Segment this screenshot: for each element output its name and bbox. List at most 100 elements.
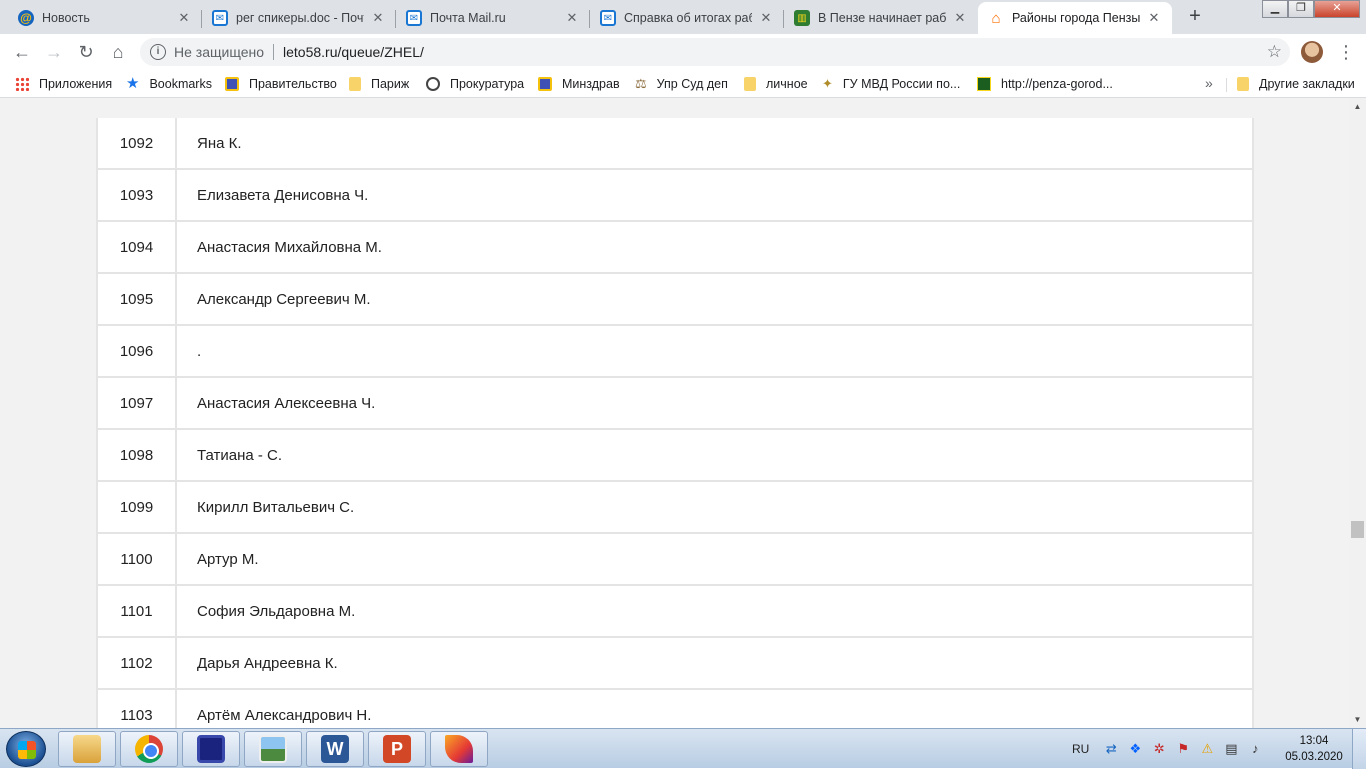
- applicant-name: Александр Сергеевич М.: [197, 290, 371, 308]
- taskbar-chrome[interactable]: [120, 731, 178, 767]
- mail-envelope-icon: ✉: [212, 10, 228, 26]
- tab-active[interactable]: ⌂ Районы города Пензы ✕: [978, 2, 1172, 34]
- taskbar: W P RU ⇄ ❖ ✲ ⚑ ⚠ ▤ ♪ 13:04 05.03.2020: [0, 728, 1366, 769]
- table-row: 1096.: [98, 326, 1252, 378]
- taskbar-explorer[interactable]: [58, 731, 116, 767]
- address-bar[interactable]: i Не защищено leto58.ru/queue/ZHEL/ ☆: [140, 38, 1290, 66]
- taskbar-word[interactable]: W: [306, 731, 364, 767]
- save-disk-icon: [197, 735, 225, 763]
- close-icon[interactable]: ✕: [564, 10, 580, 26]
- bookmark-penza-gorod[interactable]: http://penza-gorod...: [977, 75, 1113, 93]
- table-row: 1098 Татиана - С.: [98, 430, 1252, 482]
- scroll-up-arrow-icon[interactable]: ▲: [1349, 98, 1366, 115]
- queue-number: 1103: [98, 690, 177, 728]
- bookmark-mvd[interactable]: ✦ ГУ МВД России по...: [822, 75, 960, 93]
- coat-of-arms-icon: [538, 77, 552, 91]
- scrollbar-thumb[interactable]: [1351, 521, 1364, 538]
- restore-button[interactable]: ❐: [1288, 0, 1314, 18]
- bookmark-bookmarks[interactable]: ★ Bookmarks: [126, 75, 212, 93]
- file-explorer-icon: [73, 735, 101, 763]
- table-row: 1103 Артём Александрович Н.: [98, 690, 1252, 728]
- mail-ru-at-icon: @: [18, 10, 34, 26]
- start-button[interactable]: [6, 731, 46, 767]
- scroll-down-arrow-icon[interactable]: ▼: [1349, 711, 1366, 728]
- applicant-name: Елизавета Денисовна Ч.: [197, 186, 369, 204]
- close-icon[interactable]: ✕: [1146, 10, 1162, 26]
- applicant-name: Дарья Андреевна К.: [197, 654, 338, 672]
- queue-number: 1092: [98, 118, 177, 168]
- url-text[interactable]: leto58.ru/queue/ZHEL/: [283, 44, 424, 60]
- folder-icon: [349, 77, 361, 91]
- home-icon: ⌂: [991, 9, 1001, 27]
- more-bookmarks-button[interactable]: »: [1205, 75, 1213, 91]
- applicant-name: Анастасия Михайловна М.: [197, 238, 382, 256]
- kebab-menu-icon[interactable]: ⋮: [1336, 40, 1356, 64]
- reload-button[interactable]: ↻: [74, 40, 98, 64]
- volume-icon[interactable]: ♪: [1247, 741, 1263, 757]
- taskbar-feather[interactable]: [430, 731, 488, 767]
- bookmark-prosecutor[interactable]: Прокуратура: [426, 75, 524, 93]
- bookmark-label: http://penza-gorod...: [1001, 77, 1113, 91]
- table-row: 1095 Александр Сергеевич М.: [98, 274, 1252, 326]
- page-viewport: 1092 Яна К. 1093 Елизавета Денисовна Ч. 1094…: [0, 98, 1349, 728]
- bookmark-star-icon[interactable]: ☆: [1267, 42, 1282, 62]
- acrobat-icon[interactable]: ✲: [1151, 741, 1167, 757]
- scrollbar[interactable]: ▲ ▼: [1349, 98, 1366, 728]
- dropbox-icon[interactable]: ❖: [1127, 741, 1143, 757]
- tab-title: В Пензе начинает рабо: [818, 11, 946, 25]
- network-icon[interactable]: ▤: [1223, 741, 1239, 757]
- minimize-button[interactable]: ▁: [1262, 0, 1288, 18]
- bookmark-court[interactable]: ⚖ Упр Суд деп: [635, 75, 728, 93]
- taskbar-pictures[interactable]: [244, 731, 302, 767]
- bookmark-paris[interactable]: Париж: [349, 75, 409, 93]
- tab-2[interactable]: ✉ Почта Mail.ru ✕: [396, 2, 590, 34]
- table-row: 1102 Дарья Андреевна К.: [98, 638, 1252, 690]
- teamviewer-icon[interactable]: ⇄: [1103, 741, 1119, 757]
- close-icon[interactable]: ✕: [952, 10, 968, 26]
- taskbar-powerpoint[interactable]: P: [368, 731, 426, 767]
- bookmark-personal[interactable]: личное: [744, 75, 808, 93]
- close-icon[interactable]: ✕: [758, 10, 774, 26]
- info-icon[interactable]: i: [150, 44, 166, 60]
- clock[interactable]: 13:04 05.03.2020: [1282, 733, 1346, 765]
- applicant-name: Кирилл Витальевич С.: [197, 498, 355, 516]
- queue-number: 1096: [98, 326, 177, 376]
- other-bookmarks[interactable]: Другие закладки: [1237, 75, 1355, 93]
- window-controls: ▁ ❐ ✕: [1262, 0, 1360, 18]
- back-button[interactable]: ←: [10, 40, 34, 64]
- windows-logo-icon: [18, 741, 36, 759]
- warning-icon[interactable]: ⚠: [1199, 741, 1215, 757]
- close-icon[interactable]: ✕: [176, 10, 192, 26]
- folder-icon: [1237, 77, 1249, 91]
- applicant-name: София Эльдаровна М.: [197, 602, 356, 620]
- language-indicator[interactable]: RU: [1072, 742, 1089, 756]
- bookmark-government[interactable]: Правительство: [225, 75, 337, 93]
- globe-icon: [426, 77, 440, 91]
- tab-3[interactable]: ✉ Справка об итогах рабо ✕: [590, 2, 784, 34]
- taskbar-save[interactable]: [182, 731, 240, 767]
- home-button[interactable]: ⌂: [106, 40, 130, 64]
- tab-0[interactable]: @ Новость ✕: [8, 2, 202, 34]
- tab-title: Районы города Пензы: [1012, 11, 1140, 25]
- bookmark-apps[interactable]: Приложения: [15, 75, 112, 93]
- new-tab-button[interactable]: +: [1181, 5, 1209, 29]
- system-tray: RU ⇄ ❖ ✲ ⚑ ⚠ ▤ ♪: [1072, 729, 1271, 769]
- queue-table: 1092 Яна К. 1093 Елизавета Денисовна Ч. 1094…: [96, 118, 1254, 728]
- flag-icon[interactable]: ⚑: [1175, 741, 1191, 757]
- scales-icon: ⚖: [635, 76, 647, 91]
- window-close-button[interactable]: ✕: [1314, 0, 1360, 18]
- tab-title: Новость: [42, 11, 90, 25]
- close-icon[interactable]: ✕: [370, 10, 386, 26]
- tab-1[interactable]: ✉ рег спикеры.doc - Почт ✕: [202, 2, 396, 34]
- bookmark-label: ГУ МВД России по...: [842, 77, 961, 91]
- bookmark-minzdrav[interactable]: Минздрав: [538, 75, 620, 93]
- tab-4[interactable]: ▥ В Пензе начинает рабо ✕: [784, 2, 978, 34]
- coat-of-arms-icon: ▥: [794, 10, 810, 26]
- forward-button[interactable]: →: [42, 40, 66, 64]
- bookmark-label: Правительство: [249, 77, 337, 91]
- clock-time: 13:04: [1299, 735, 1329, 747]
- show-desktop-button[interactable]: [1352, 729, 1366, 769]
- bookmark-label: Другие закладки: [1259, 77, 1355, 91]
- avatar[interactable]: [1301, 41, 1323, 63]
- picture-viewer-icon: [259, 735, 287, 763]
